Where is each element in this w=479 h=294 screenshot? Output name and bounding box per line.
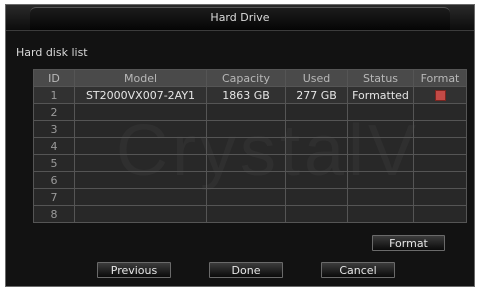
cell-status (347, 137, 414, 155)
cell-format (413, 154, 467, 172)
format-checkbox[interactable] (434, 90, 446, 101)
column-header-id[interactable]: ID (33, 69, 75, 87)
cell-model (74, 120, 207, 138)
column-header-status[interactable]: Status (347, 69, 414, 87)
cell-model (74, 103, 207, 121)
cell-capacity (206, 205, 286, 223)
table-header-row: ID Model Capacity Used Status Format (33, 69, 467, 87)
cell-format (413, 120, 467, 138)
cell-id: 6 (33, 171, 75, 189)
cell-format (413, 188, 467, 206)
cell-status (347, 154, 414, 172)
cell-capacity (206, 188, 286, 206)
cell-capacity (206, 154, 286, 172)
cell-id: 8 (33, 205, 75, 223)
cell-used (285, 205, 348, 223)
cell-format (413, 137, 467, 155)
hard-disk-table: ID Model Capacity Used Status Format 1 S… (33, 69, 467, 223)
dialog-title: Hard Drive (210, 11, 270, 24)
cell-used (285, 137, 348, 155)
cell-model (74, 205, 207, 223)
cell-id: 3 (33, 120, 75, 138)
cell-format (413, 103, 467, 121)
done-button[interactable]: Done (209, 262, 283, 278)
cell-capacity (206, 171, 286, 189)
previous-button[interactable]: Previous (97, 262, 171, 278)
title-bar: Hard Drive (6, 5, 474, 31)
cancel-button[interactable]: Cancel (321, 262, 395, 278)
cell-status: Formatted (347, 86, 414, 104)
column-header-model[interactable]: Model (74, 69, 207, 87)
cell-capacity (206, 103, 286, 121)
column-header-used[interactable]: Used (285, 69, 348, 87)
table-row[interactable]: 1 ST2000VX007-2AY1 1863 GB 277 GB Format… (33, 86, 467, 104)
cell-used (285, 154, 348, 172)
table-row[interactable]: 7 (33, 188, 467, 206)
cell-id: 4 (33, 137, 75, 155)
cell-format (413, 86, 467, 104)
table-row[interactable]: 8 (33, 205, 467, 223)
cell-id: 7 (33, 188, 75, 206)
column-header-capacity[interactable]: Capacity (206, 69, 286, 87)
cell-model: ST2000VX007-2AY1 (74, 86, 207, 104)
cell-format (413, 171, 467, 189)
cell-model (74, 154, 207, 172)
cell-status (347, 205, 414, 223)
cell-model (74, 171, 207, 189)
cell-used (285, 103, 348, 121)
cell-format (413, 205, 467, 223)
cell-id: 5 (33, 154, 75, 172)
cell-capacity (206, 137, 286, 155)
cell-status (347, 171, 414, 189)
cell-used (285, 188, 348, 206)
table-row[interactable]: 3 (33, 120, 467, 138)
cell-status (347, 103, 414, 121)
table-row[interactable]: 6 (33, 171, 467, 189)
cell-status (347, 188, 414, 206)
cell-used: 277 GB (285, 86, 348, 104)
table-row[interactable]: 4 (33, 137, 467, 155)
cell-id: 1 (33, 86, 75, 104)
cell-id: 2 (33, 103, 75, 121)
cell-capacity: 1863 GB (206, 86, 286, 104)
table-row[interactable]: 5 (33, 154, 467, 172)
hard-drive-dialog: Hard Drive Hard disk list CrystalV ID Mo… (5, 4, 475, 287)
format-button[interactable]: Format (372, 235, 445, 251)
cell-used (285, 171, 348, 189)
cell-status (347, 120, 414, 138)
cell-model (74, 137, 207, 155)
table-row[interactable]: 2 (33, 103, 467, 121)
cell-used (285, 120, 348, 138)
cell-capacity (206, 120, 286, 138)
column-header-format[interactable]: Format (413, 69, 467, 87)
hard-disk-list-label: Hard disk list (16, 46, 88, 59)
cell-model (74, 188, 207, 206)
